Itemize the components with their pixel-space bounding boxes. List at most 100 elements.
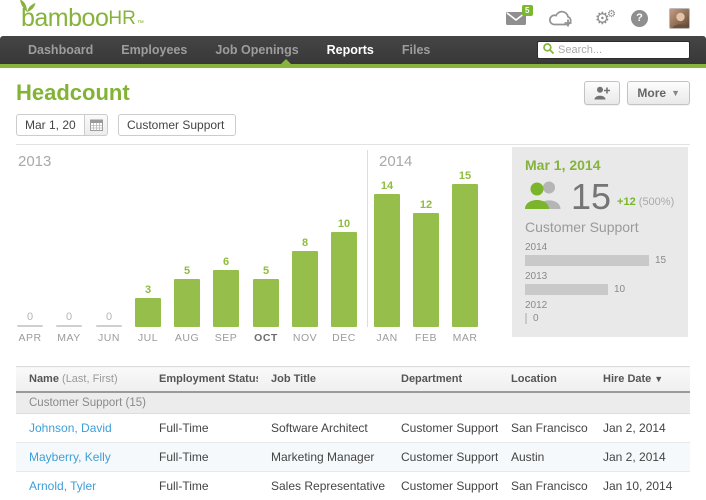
chart-bar[interactable]: [17, 325, 43, 327]
chart-section: 2013 2014 0APR0MAY0JUN3JUL5AUG6SEP5OCT8N…: [16, 144, 690, 360]
help-icon[interactable]: ?: [631, 10, 648, 27]
bar-value: 5: [263, 265, 269, 277]
bamboohr-logo[interactable]: bamboo HR ™: [16, 7, 144, 29]
year-comparison-bars: 20141520131020120: [525, 242, 675, 324]
year-bar-value-2014: 15: [655, 255, 666, 266]
cell-job-title: Sales Representative: [258, 472, 388, 500]
chart-month-feb: 12FEB: [406, 145, 446, 327]
messages-icon[interactable]: 5: [506, 11, 527, 26]
month-label: JAN: [367, 332, 407, 344]
bamboohr-app: bamboo HR ™ 5 ⚙⚙ ?: [0, 0, 706, 500]
chart-month-oct: 5OCT: [246, 145, 286, 327]
month-label: APR: [10, 332, 50, 344]
person-add-icon: [594, 86, 610, 100]
sort-desc-icon: ▼: [654, 374, 663, 384]
chart-bar[interactable]: [331, 232, 357, 327]
column-header-location[interactable]: Location: [498, 367, 590, 393]
active-tab-arrow: [280, 59, 292, 65]
column-header-department[interactable]: Department: [388, 367, 498, 393]
bar-value: 0: [66, 311, 72, 323]
chart-bar[interactable]: [452, 184, 478, 327]
month-label: JUL: [128, 332, 168, 344]
chart-bar[interactable]: [174, 279, 200, 327]
date-filter-input[interactable]: [16, 114, 84, 136]
cell-location: San Francisco: [498, 472, 590, 500]
more-button[interactable]: More ▼: [627, 81, 690, 105]
summary-group: Customer Support: [525, 219, 675, 235]
table-header-row: Name (Last, First)Employment StatusJob T…: [16, 367, 690, 393]
column-header-name[interactable]: Name (Last, First): [16, 367, 146, 393]
chart-month-mar: 15MAR: [445, 145, 485, 327]
cell-name: Mayberry, Kelly: [16, 443, 146, 472]
nav-item-dashboard[interactable]: Dashboard: [14, 43, 107, 57]
chart-bar[interactable]: [292, 251, 318, 327]
cell-name: Johnson, David: [16, 414, 146, 443]
chart-month-sep: 6SEP: [206, 145, 246, 327]
employee-link[interactable]: Arnold, Tyler: [29, 479, 96, 493]
cell-location: Austin: [498, 443, 590, 472]
cell-employment-status: Full-Time: [146, 472, 258, 500]
chart-month-may: 0MAY: [49, 145, 89, 327]
chart-month-aug: 5AUG: [167, 145, 207, 327]
chart-month-nov: 8NOV: [285, 145, 325, 327]
month-label: DEC: [324, 332, 364, 344]
settings-gear-small-icon: ⚙: [607, 6, 616, 23]
column-header-hire-date[interactable]: Hire Date▼: [590, 367, 690, 393]
top-header: bamboo HR ™ 5 ⚙⚙ ?: [0, 0, 706, 36]
column-header-job-title[interactable]: Job Title: [258, 367, 388, 393]
nav-item-files[interactable]: Files: [388, 43, 445, 57]
people-icon: [525, 180, 563, 214]
bar-value: 14: [381, 180, 393, 192]
chart-bar[interactable]: [56, 325, 82, 327]
chart-bar[interactable]: [374, 194, 400, 327]
table-row: Mayberry, KellyFull-TimeMarketing Manage…: [16, 443, 690, 472]
search-box[interactable]: [537, 41, 690, 59]
headcount-value: 15: [571, 180, 611, 214]
bar-value: 3: [145, 284, 151, 296]
table-row: Johnson, DavidFull-TimeSoftware Architec…: [16, 414, 690, 443]
nav-items: DashboardEmployeesJob OpeningsReportsFil…: [14, 43, 444, 57]
messages-badge: 5: [522, 5, 533, 16]
month-label: OCT: [246, 332, 286, 344]
headcount-table-section: Name (Last, First)Employment StatusJob T…: [16, 366, 690, 500]
bar-value: 0: [27, 311, 33, 323]
bar-value: 0: [106, 311, 112, 323]
year-bar-2014: [525, 255, 649, 266]
nav-item-employees[interactable]: Employees: [107, 43, 201, 57]
nav-item-job-openings[interactable]: Job Openings: [201, 43, 312, 57]
chart-bar[interactable]: [213, 270, 239, 327]
calendar-icon: [90, 119, 103, 131]
summary-panel: Mar 1, 2014 15 +12 (500%) Customer Suppo…: [512, 147, 688, 337]
chart-bar[interactable]: [135, 298, 161, 327]
settings-gear-icon[interactable]: ⚙⚙: [595, 10, 610, 27]
group-filter-input[interactable]: [118, 114, 236, 136]
more-button-label: More: [637, 86, 666, 100]
bar-value: 5: [184, 265, 190, 277]
cell-location: San Francisco: [498, 414, 590, 443]
cloud-add-icon[interactable]: [548, 9, 574, 28]
year-bar-label-2013: 2013: [525, 271, 675, 282]
headcount-table: Name (Last, First)Employment StatusJob T…: [16, 366, 690, 500]
chart-bar[interactable]: [96, 325, 122, 327]
search-input[interactable]: [558, 44, 684, 56]
employee-link[interactable]: Johnson, David: [29, 421, 112, 435]
year-bar-row-2013: 10: [525, 284, 675, 295]
user-avatar[interactable]: [669, 8, 690, 29]
chart-bar[interactable]: [253, 279, 279, 327]
chart-month-jan: 14JAN: [367, 145, 407, 327]
change-percent: (500%): [639, 196, 674, 208]
chart-month-jun: 0JUN: [89, 145, 129, 327]
add-employee-button[interactable]: [584, 81, 620, 105]
employee-link[interactable]: Mayberry, Kelly: [29, 450, 111, 464]
head-buttons: More ▼: [584, 81, 690, 105]
nav-item-reports[interactable]: Reports: [313, 43, 388, 57]
filter-row: [0, 114, 706, 144]
change-value: +12: [617, 196, 636, 208]
cell-department: Customer Support: [388, 472, 498, 500]
chart-bar[interactable]: [413, 213, 439, 327]
table-group-row[interactable]: Customer Support (15): [16, 392, 690, 414]
cell-employment-status: Full-Time: [146, 443, 258, 472]
calendar-button[interactable]: [84, 114, 108, 136]
column-header-employment-status[interactable]: Employment Status: [146, 367, 258, 393]
column-header-sub: (Last, First): [59, 373, 118, 385]
